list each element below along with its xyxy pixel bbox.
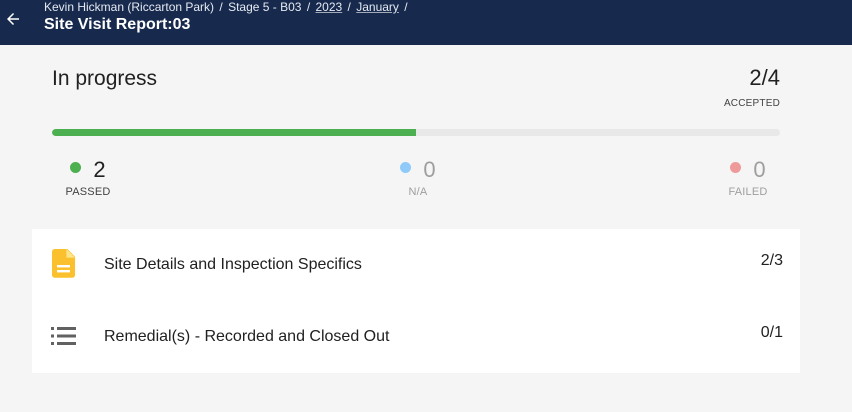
- passed-stat: 2 PASSED: [62, 156, 114, 199]
- sections-card: Site Details and Inspection Specifics 2/…: [32, 229, 800, 373]
- na-count: 0: [423, 157, 436, 182]
- section-item-site-details[interactable]: Site Details and Inspection Specifics 2/…: [32, 229, 800, 301]
- section-label: Remedial(s) - Recorded and Closed Out: [104, 328, 390, 345]
- list-icon: [51, 321, 77, 351]
- breadcrumb: Kevin Hickman (Riccarton Park) / Stage 5…: [44, 0, 410, 14]
- failed-stat: 0 FAILED: [724, 156, 772, 199]
- accepted-count: 2/4: [749, 65, 780, 90]
- arrow-left-icon: [7, 13, 19, 25]
- na-label: N/A: [408, 186, 428, 198]
- status-label: In progress: [52, 67, 158, 90]
- page-title: Site Visit Report:03: [44, 16, 191, 33]
- back-button[interactable]: [0, 6, 26, 32]
- passed-dot-icon: [70, 161, 82, 173]
- breadcrumb-separator: /: [404, 0, 408, 14]
- progress-bar: [52, 129, 780, 136]
- app-header: Kevin Hickman (Riccarton Park) / Stage 5…: [0, 0, 852, 45]
- na-dot-icon: [400, 161, 412, 173]
- breadcrumb-item-year[interactable]: 2023: [316, 0, 343, 14]
- breadcrumb-separator: /: [306, 0, 311, 14]
- section-progress: 0/1: [760, 324, 783, 341]
- na-stat: 0 N/A: [396, 156, 440, 199]
- accepted-label: ACCEPTED: [723, 98, 780, 109]
- breadcrumb-item-month[interactable]: January: [356, 0, 399, 14]
- breadcrumb-separator: /: [219, 0, 223, 14]
- document-icon: [51, 249, 77, 279]
- breadcrumb-separator: /: [347, 0, 351, 14]
- breadcrumb-item-stage[interactable]: Stage 5 - B03: [228, 0, 301, 14]
- section-progress: 2/3: [760, 252, 783, 269]
- failed-count: 0: [753, 157, 766, 182]
- failed-dot-icon: [730, 161, 742, 173]
- section-label: Site Details and Inspection Specifics: [104, 256, 362, 273]
- progress-fill: [52, 129, 416, 136]
- section-item-remedials[interactable]: Remedial(s) - Recorded and Closed Out 0/…: [32, 301, 800, 373]
- passed-label: PASSED: [65, 186, 111, 198]
- failed-label: FAILED: [728, 186, 768, 198]
- breadcrumb-item-customer[interactable]: Kevin Hickman (Riccarton Park): [44, 0, 214, 14]
- passed-count: 2: [93, 157, 106, 182]
